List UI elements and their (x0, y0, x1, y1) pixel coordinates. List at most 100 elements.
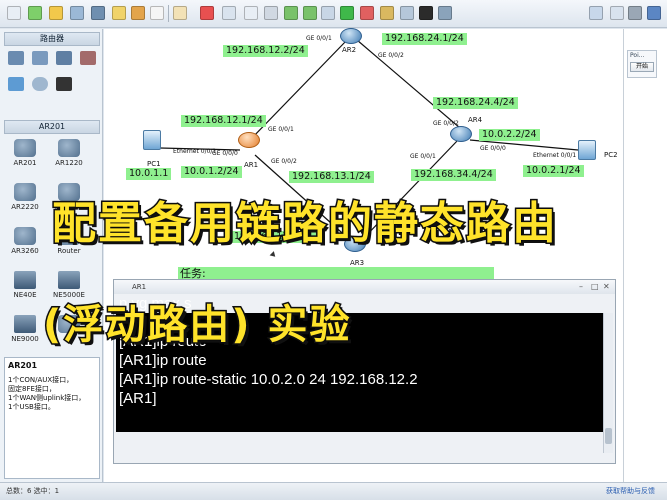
open-icon[interactable] (28, 6, 42, 20)
device-model-header: AR201 (4, 120, 100, 134)
node-name-pc2: PC2 (604, 151, 618, 159)
topology-icon[interactable] (400, 6, 414, 20)
cli-scroll-thumb[interactable] (605, 428, 612, 444)
node-name-pc1: PC1 (147, 160, 161, 168)
device-ar1220[interactable]: AR1220 (46, 139, 92, 167)
rect-icon[interactable] (264, 6, 278, 20)
device-label: AR3260 (11, 247, 39, 255)
chassis-icon (14, 315, 36, 333)
device-info-line: 固定8FE接口， (8, 385, 56, 393)
router-ar1-icon[interactable] (238, 132, 260, 148)
ip-label-ar2-g000: 192.168.12.2/24 (223, 45, 308, 57)
node-name-ar3: AR3 (350, 259, 365, 267)
port-label: GE 0/0/2 (433, 120, 459, 127)
cli-line: [AR1]ip route-static 10.0.2.0 24 192.168… (119, 371, 418, 388)
router-ar2-icon[interactable] (340, 28, 362, 44)
ensp-window: 路由器 AR201 AR201 AR1220 AR2220 AR2240 AR3… (0, 0, 667, 500)
node-name-ar4: AR4 (468, 116, 483, 124)
select-icon[interactable] (150, 6, 164, 20)
ip-label-ar4-g002: 192.168.24.4/24 (433, 97, 518, 109)
device-ne9000[interactable]: NE9000 (2, 315, 48, 343)
headline-line2: (浮动路由) 实验 (42, 301, 352, 350)
delete-icon[interactable] (200, 6, 214, 20)
maximize-icon[interactable]: □ (591, 283, 599, 291)
help-feedback-link[interactable]: 获取帮助与反馈 (606, 483, 655, 500)
print-icon[interactable] (91, 6, 105, 20)
device-info-line: 1个WAN侧uplink接口， (8, 394, 86, 402)
switch-category-icon[interactable] (32, 51, 48, 65)
pc-category-icon[interactable] (8, 77, 24, 91)
device-category-header: 路由器 (4, 32, 100, 46)
text-icon[interactable] (244, 6, 258, 20)
router-icon (58, 139, 80, 157)
router-icon (14, 227, 36, 245)
status-bar: 总数：6 选中：1 获取帮助与反馈 (0, 482, 667, 500)
capture-icon[interactable] (380, 6, 394, 20)
save-icon[interactable] (49, 6, 63, 20)
undo-icon[interactable] (112, 6, 126, 20)
new-file-icon[interactable] (7, 6, 21, 20)
device-ar2220[interactable]: AR2220 (2, 183, 48, 211)
terminal-icon[interactable] (419, 6, 433, 20)
device-panel: 路由器 AR201 AR201 AR1220 AR2220 AR2240 AR3… (0, 29, 103, 482)
cli-line: [AR1]ip route (119, 352, 207, 369)
ip-label-ar1-g002: 192.168.13.1/24 (289, 171, 374, 183)
ip-label-ar4-g000: 10.0.2.2/24 (479, 129, 540, 141)
ip-label-ar4-g001: 192.168.34.4/24 (411, 169, 496, 181)
port-label: GE 0/0/1 (268, 126, 294, 133)
port-label: GE 0/0/1 (410, 153, 436, 160)
toolbar-separator (168, 5, 169, 22)
ip-label-ar1-g001: 192.168.12.1/24 (181, 115, 266, 127)
settings-icon[interactable] (438, 6, 452, 20)
cloud-category-icon[interactable] (32, 77, 48, 91)
router-icon (14, 139, 36, 157)
device-label: NE9000 (11, 335, 39, 343)
fit-icon[interactable] (321, 6, 335, 20)
pc1-icon[interactable] (143, 130, 161, 150)
chassis-icon (14, 271, 36, 289)
node-name-ar1: AR1 (244, 161, 259, 169)
help-icon[interactable] (610, 6, 624, 20)
start-icon[interactable] (340, 6, 354, 20)
port-label: GE 0/0/0 (480, 145, 506, 152)
start-button[interactable]: 开始 (630, 62, 654, 72)
cli-title: AR1 (132, 283, 147, 291)
zoom-out-icon[interactable] (303, 6, 317, 20)
pc2-icon[interactable] (578, 140, 596, 160)
device-ar201[interactable]: AR201 (2, 139, 48, 167)
device-ne40e[interactable]: NE40E (2, 271, 48, 299)
save-as-icon[interactable] (70, 6, 84, 20)
cable-category-icon[interactable] (56, 77, 72, 91)
firewall-category-icon[interactable] (80, 51, 96, 65)
device-info-box: AR201 1个CON/AUX接口， 固定8FE接口， 1个WAN侧uplink… (4, 357, 100, 479)
capture-panel: Poi... 开始 (627, 50, 657, 78)
gear-icon[interactable] (628, 6, 642, 20)
router-category-icon[interactable] (8, 51, 24, 65)
device-label: NE40E (13, 291, 37, 299)
cli-scrollbar[interactable] (603, 313, 613, 453)
redo-icon[interactable] (131, 6, 145, 20)
capture-panel-title: Poi... (630, 52, 645, 59)
zoom-in-icon[interactable] (284, 6, 298, 20)
rename-icon[interactable] (222, 6, 236, 20)
headline-line1: 配置备用链路的静态路由 (51, 197, 558, 251)
cli-line: [AR1] (119, 390, 157, 407)
chat-icon[interactable] (589, 6, 603, 20)
node-name-ar2: AR2 (342, 46, 357, 54)
device-info-line: 1个CON/AUX接口， (8, 376, 74, 384)
ip-label-ar2-g002: 192.168.24.1/24 (382, 33, 467, 45)
ip-label-ar1-g000: 10.0.1.2/24 (181, 166, 242, 178)
stop-icon[interactable] (360, 6, 374, 20)
chassis-icon (58, 271, 80, 289)
minimize-icon[interactable]: – (579, 283, 587, 291)
pan-icon[interactable] (173, 6, 187, 20)
device-label: AR1220 (55, 159, 83, 167)
router-ar4-icon[interactable] (450, 126, 472, 142)
web-icon[interactable] (647, 6, 661, 20)
device-info-title: AR201 (8, 361, 38, 370)
port-label: GE 0/0/2 (271, 158, 297, 165)
device-ar3260[interactable]: AR3260 (2, 227, 48, 255)
wlan-category-icon[interactable] (56, 51, 72, 65)
close-icon[interactable]: ✕ (603, 283, 611, 291)
port-label: GE 0/0/2 (378, 52, 404, 59)
